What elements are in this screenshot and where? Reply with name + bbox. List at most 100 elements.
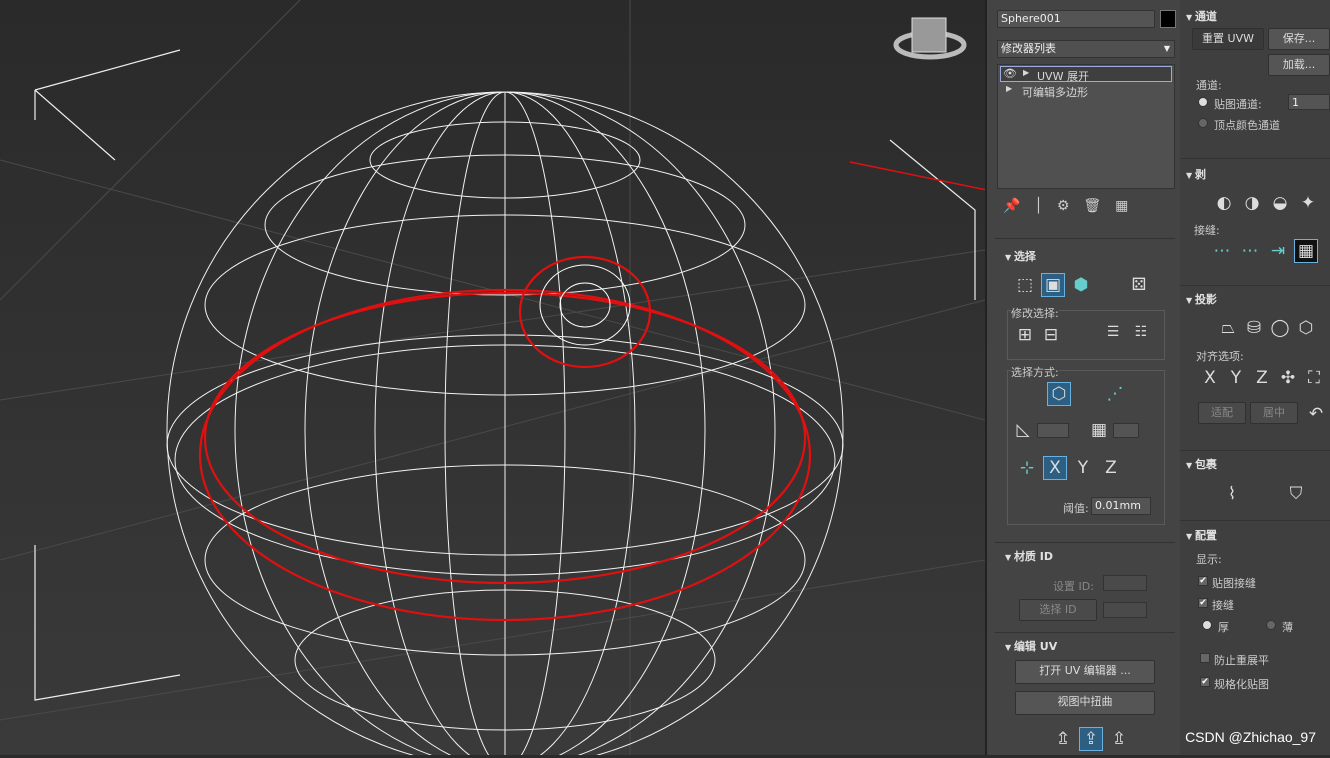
load-button[interactable]: 加载... bbox=[1268, 54, 1330, 76]
unfold-strip-icon[interactable]: ⛉ bbox=[1284, 482, 1308, 506]
viewport[interactable] bbox=[0, 0, 1290, 758]
loop-icon[interactable]: ☰ bbox=[1101, 320, 1125, 344]
grid-field[interactable] bbox=[1113, 423, 1139, 438]
expand-icon[interactable]: ▶ bbox=[1006, 84, 1012, 93]
prevent-flatten-checkbox[interactable] bbox=[1200, 653, 1210, 663]
tweak-in-view-button[interactable]: 视图中扭曲 bbox=[1015, 691, 1155, 715]
axis-x-button[interactable]: X bbox=[1043, 456, 1067, 480]
threshold-field[interactable]: 0.01mm bbox=[1091, 497, 1151, 515]
tweak-icon-1[interactable]: ⇬ bbox=[1051, 727, 1075, 751]
map-channel-radio[interactable] bbox=[1198, 97, 1208, 107]
stack-toolbar[interactable]: 📌│⚙🗑▦ bbox=[1003, 198, 1142, 214]
peel-mode-icon[interactable]: ◑ bbox=[1240, 191, 1264, 215]
set-id-field[interactable] bbox=[1103, 575, 1147, 591]
seams-label: 接缝: bbox=[1194, 224, 1220, 237]
point-to-point-seams-icon[interactable]: ⋯ bbox=[1238, 239, 1262, 263]
save-button[interactable]: 保存... bbox=[1268, 28, 1330, 50]
set-id-label: 设置 ID: bbox=[1053, 580, 1094, 593]
axis-z-button[interactable]: Z bbox=[1099, 456, 1123, 480]
select-id-button[interactable]: 选择 ID bbox=[1019, 599, 1097, 621]
axis-y-button[interactable]: Y bbox=[1071, 456, 1095, 480]
peel-rollout-title[interactable]: 剥 bbox=[1186, 166, 1206, 182]
stack-item-editable-poly[interactable]: ▶ 可编辑多边形 bbox=[1000, 83, 1172, 99]
command-panel: Sphere001 修改器列表 ▼ 👁 ▶ UVW 展开 ▶ 可编辑多边形 📌│⚙… bbox=[985, 0, 1330, 755]
object-color-swatch[interactable] bbox=[1160, 10, 1176, 28]
box-map-icon[interactable]: ⬡ bbox=[1294, 316, 1318, 340]
expand-icon[interactable]: ▶ bbox=[1023, 68, 1029, 77]
vertex-color-radio[interactable] bbox=[1198, 118, 1208, 128]
stack-item-label: UVW 展开 bbox=[1037, 70, 1089, 83]
eye-icon[interactable]: 👁 bbox=[1003, 67, 1017, 80]
edge-sel-to-seams-icon[interactable]: ⇥ bbox=[1266, 239, 1290, 263]
select-id-field[interactable] bbox=[1103, 602, 1147, 618]
angle-field[interactable] bbox=[1037, 423, 1069, 438]
seams-checkbox[interactable]: ✔ bbox=[1198, 598, 1208, 608]
symmetry-icon[interactable]: ⊹ bbox=[1015, 456, 1039, 480]
prevent-flatten-label: 防止重展平 bbox=[1214, 654, 1269, 667]
thick-label: 厚 bbox=[1218, 621, 1229, 634]
quick-peel-icon[interactable]: ◐ bbox=[1212, 191, 1236, 215]
select-rollout-title[interactable]: 选择 bbox=[1005, 248, 1036, 264]
display-label: 显示: bbox=[1196, 553, 1222, 566]
tweak-icon-2[interactable]: ⇪ bbox=[1079, 727, 1103, 751]
tweak-icon-3[interactable]: ⇫ bbox=[1107, 727, 1131, 751]
wrap-rollout-title[interactable]: 包裹 bbox=[1186, 456, 1217, 472]
ring-icon[interactable]: ☷ bbox=[1129, 320, 1153, 344]
select-by-label: 选择方式: bbox=[1011, 364, 1059, 380]
cylindrical-map-icon[interactable]: ⛁ bbox=[1242, 316, 1266, 340]
thin-radio[interactable] bbox=[1266, 620, 1276, 630]
configure-rollout-title[interactable]: 配置 bbox=[1186, 527, 1217, 543]
open-uv-editor-button[interactable]: 打开 UV 编辑器 ... bbox=[1015, 660, 1155, 684]
face-select-icon[interactable]: ⬢ bbox=[1069, 273, 1093, 297]
thick-radio[interactable] bbox=[1202, 620, 1212, 630]
thin-label: 薄 bbox=[1282, 621, 1293, 634]
edit-seams-icon[interactable]: ⋯ bbox=[1210, 239, 1234, 263]
shrink-selection-icon[interactable]: ⊟ bbox=[1039, 323, 1063, 347]
seams-checkbox-label: 接缝 bbox=[1212, 599, 1234, 612]
spherical-map-icon[interactable]: ◯ bbox=[1268, 316, 1292, 340]
center-button[interactable]: 居中 bbox=[1250, 402, 1298, 424]
best-align-icon[interactable]: ✣ bbox=[1276, 366, 1300, 390]
vertex-select-icon[interactable]: ⬚ bbox=[1013, 273, 1037, 297]
modifier-list-dropdown[interactable]: 修改器列表 ▼ bbox=[997, 40, 1175, 58]
planar-map-icon[interactable]: ⏢ bbox=[1216, 316, 1240, 340]
map-channel-label: 贴图通道: bbox=[1214, 98, 1262, 111]
align-z-button[interactable]: Z bbox=[1250, 366, 1274, 390]
reset-peel-icon[interactable]: ◒ bbox=[1268, 191, 1292, 215]
align-x-button[interactable]: X bbox=[1198, 366, 1222, 390]
align-options-label: 对齐选项: bbox=[1196, 350, 1244, 363]
stack-item-uvw-unwrap[interactable]: 👁 ▶ UVW 展开 bbox=[1000, 66, 1172, 83]
reset-gizmo-icon[interactable]: ↶ bbox=[1304, 402, 1328, 426]
vertex-color-label: 顶点颜色通道 bbox=[1214, 119, 1280, 132]
edge-select-icon[interactable]: ▣ bbox=[1041, 273, 1065, 297]
spline-map-icon[interactable]: ⌇ bbox=[1220, 482, 1244, 506]
reset-uvw-button[interactable]: 重置 UVW bbox=[1192, 28, 1264, 50]
projection-rollout-title[interactable]: 投影 bbox=[1186, 291, 1217, 307]
fit-button[interactable]: 适配 bbox=[1198, 402, 1246, 424]
edit-uv-rollout-title[interactable]: 编辑 UV bbox=[1005, 638, 1057, 654]
angle-select-icon[interactable]: ◺ bbox=[1011, 418, 1035, 442]
map-channel-spinner[interactable]: 1 bbox=[1288, 94, 1330, 110]
map-seams-checkbox[interactable]: ✔ bbox=[1198, 576, 1208, 586]
pelt-map-icon[interactable]: ✦ bbox=[1296, 191, 1320, 215]
seams-to-edge-sel-icon[interactable]: ▦ bbox=[1294, 239, 1318, 263]
channel-rollout-title[interactable]: 通道 bbox=[1186, 8, 1217, 24]
viewport-scene bbox=[0, 0, 1290, 758]
view-cube[interactable] bbox=[893, 17, 967, 60]
align-y-button[interactable]: Y bbox=[1224, 366, 1248, 390]
select-by-element-icon[interactable]: ⬡ bbox=[1047, 382, 1071, 406]
grid-select-icon[interactable]: ▦ bbox=[1087, 418, 1111, 442]
path-select-icon[interactable]: ⋰ bbox=[1103, 382, 1127, 406]
map-seams-label: 贴图接缝 bbox=[1212, 577, 1256, 590]
threshold-label: 阈值: bbox=[1063, 502, 1089, 515]
material-id-rollout-title[interactable]: 材质 ID bbox=[1005, 548, 1053, 564]
normalize-map-label: 规格化贴图 bbox=[1214, 678, 1269, 691]
grow-selection-icon[interactable]: ⊞ bbox=[1013, 323, 1037, 347]
normalize-map-checkbox[interactable]: ✔ bbox=[1200, 677, 1210, 687]
object-name-field[interactable]: Sphere001 bbox=[997, 10, 1155, 28]
align-to-view-icon[interactable]: ⛶ bbox=[1302, 366, 1326, 390]
element-select-icon[interactable]: ⚄ bbox=[1127, 273, 1151, 297]
watermark: CSDN @Zhichao_97 bbox=[1185, 729, 1316, 745]
modifier-stack: 👁 ▶ UVW 展开 ▶ 可编辑多边形 bbox=[997, 64, 1175, 189]
modify-selection-label: 修改选择: bbox=[1011, 305, 1059, 321]
